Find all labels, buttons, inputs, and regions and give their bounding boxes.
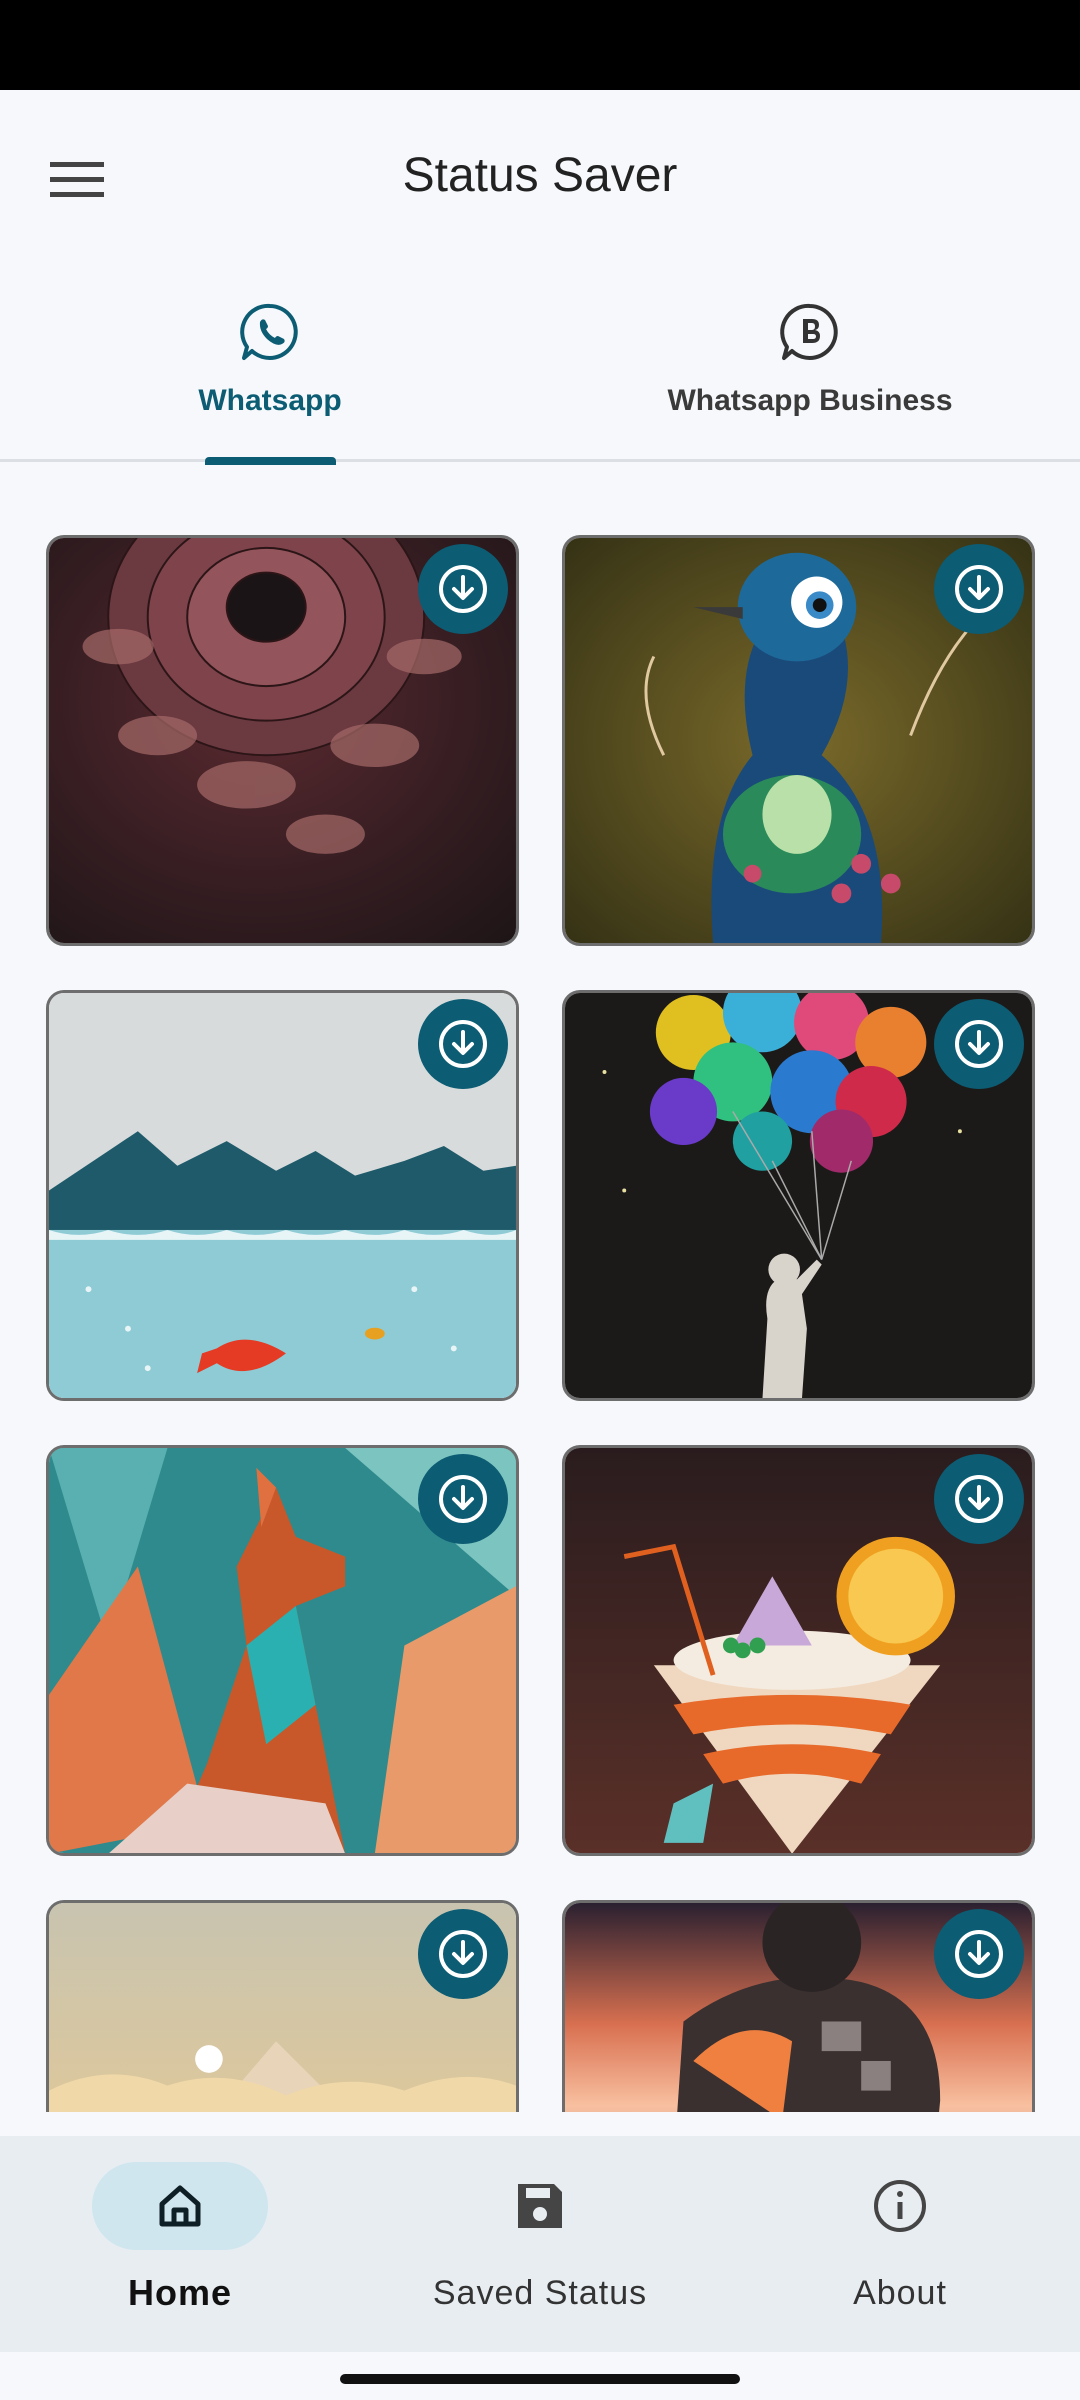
download-icon — [955, 1020, 1003, 1068]
download-icon — [439, 565, 487, 613]
status-card[interactable] — [562, 990, 1035, 1401]
bottom-navigation: Home Saved Status About — [0, 2136, 1080, 2352]
nav-item-saved-status[interactable]: Saved Status — [360, 2136, 720, 2352]
whatsapp-icon — [240, 303, 298, 360]
nav-label: About — [853, 2274, 947, 2312]
app-title: Status Saver — [402, 149, 678, 202]
download-button[interactable] — [934, 1909, 1024, 1999]
status-card[interactable] — [562, 1900, 1035, 2112]
download-button[interactable] — [934, 544, 1024, 634]
active-tab-indicator — [205, 457, 336, 465]
tab-label: Whatsapp — [198, 384, 342, 417]
status-card[interactable] — [46, 1445, 519, 1856]
download-button[interactable] — [934, 1454, 1024, 1544]
tab-whatsapp[interactable]: Whatsapp — [0, 270, 540, 465]
tab-bar: Whatsapp Whatsapp Business — [0, 270, 1080, 465]
download-icon — [955, 1930, 1003, 1978]
download-icon — [955, 1475, 1003, 1523]
active-nav-indicator — [92, 2162, 268, 2250]
whatsapp-business-icon — [780, 303, 838, 360]
download-button[interactable] — [418, 544, 508, 634]
status-card[interactable] — [562, 1445, 1035, 1856]
download-icon — [439, 1475, 487, 1523]
nav-item-about[interactable]: About — [720, 2136, 1080, 2352]
status-card[interactable] — [46, 990, 519, 1401]
download-icon — [439, 1930, 487, 1978]
home-icon — [159, 2185, 201, 2227]
info-icon — [874, 2180, 926, 2232]
save-icon — [518, 2184, 562, 2228]
download-button[interactable] — [418, 999, 508, 1089]
nav-label: Home — [127, 2272, 233, 2313]
status-card[interactable] — [46, 535, 519, 946]
download-button[interactable] — [418, 1909, 508, 1999]
system-status-bar — [0, 0, 1080, 90]
download-icon — [439, 1020, 487, 1068]
nav-label: Saved Status — [432, 2274, 648, 2312]
nav-icon-container — [812, 2162, 988, 2250]
app-bar: Status Saver — [0, 90, 1080, 270]
download-button[interactable] — [934, 999, 1024, 1089]
status-grid — [46, 535, 1036, 2112]
nav-item-home[interactable]: Home — [0, 2136, 360, 2352]
gesture-home-indicator[interactable] — [340, 2374, 740, 2384]
download-icon — [955, 565, 1003, 613]
status-card[interactable] — [46, 1900, 519, 2112]
download-button[interactable] — [418, 1454, 508, 1544]
nav-icon-container — [452, 2162, 628, 2250]
status-card[interactable] — [562, 535, 1035, 946]
tab-label: Whatsapp Business — [667, 384, 953, 417]
tab-whatsapp-business[interactable]: Whatsapp Business — [540, 270, 1080, 462]
